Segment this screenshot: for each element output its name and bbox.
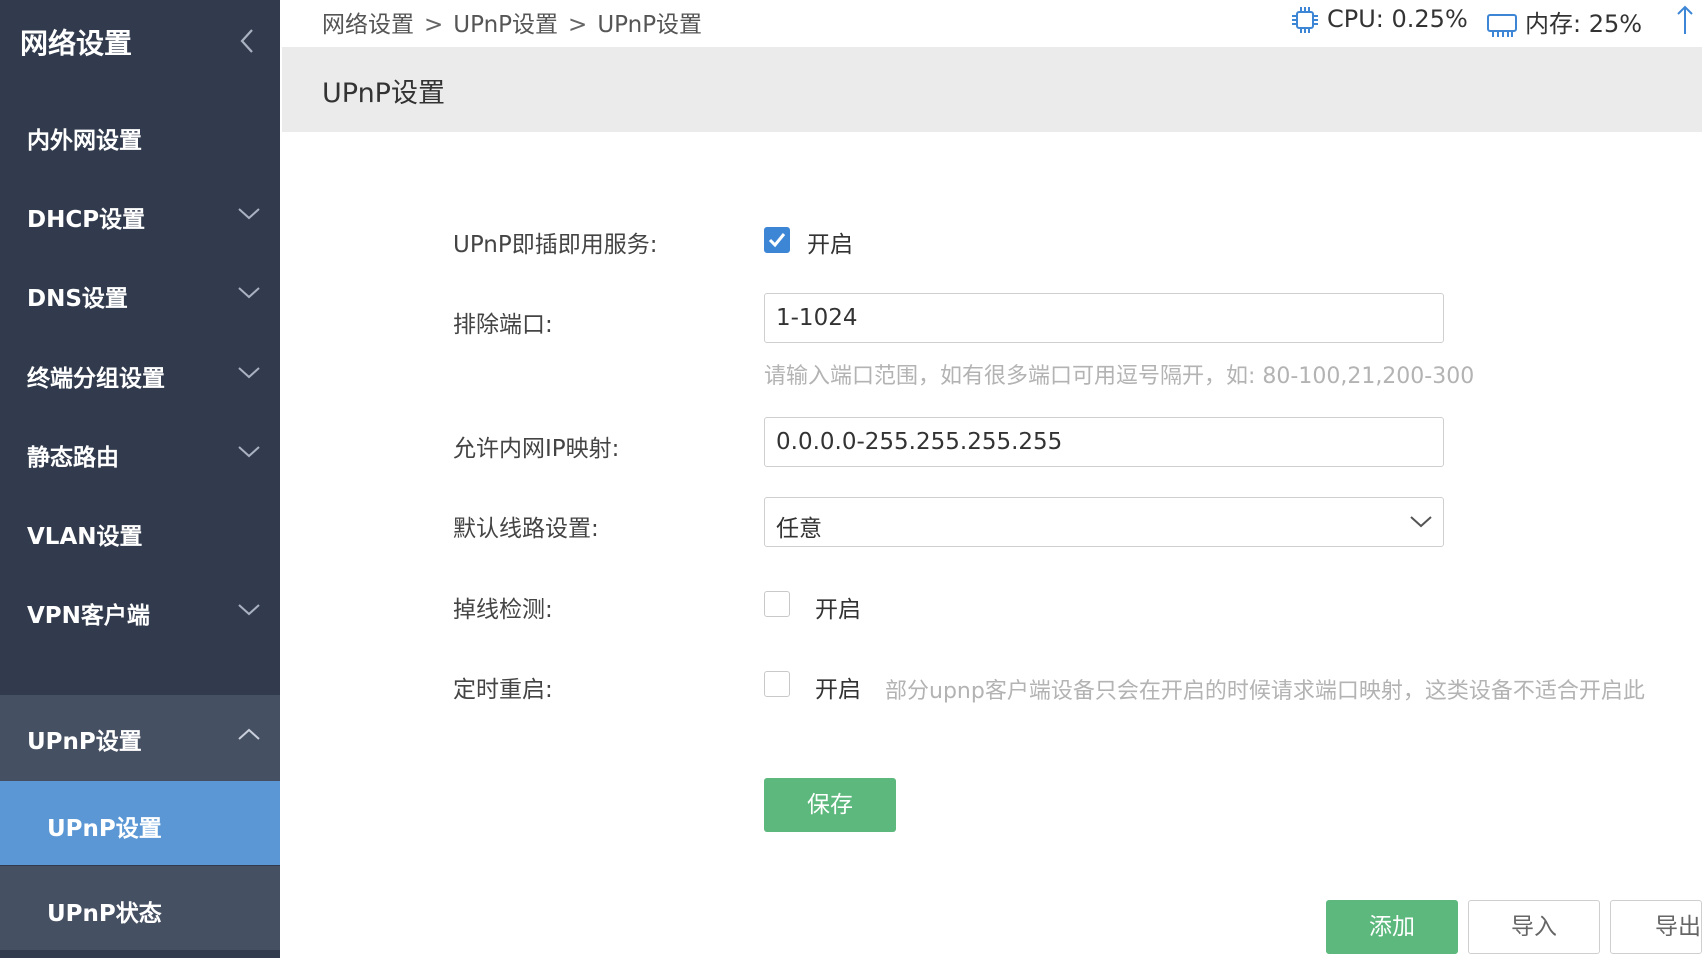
sidebar-item-label: UPnP设置: [27, 729, 142, 755]
drop-detect-label: 掉线检测:: [453, 597, 553, 623]
memory-status: 内存: 25%: [1485, 4, 1642, 41]
default-line-value: 任意: [776, 516, 822, 542]
sidebar-item-upnp[interactable]: UPnP设置: [0, 695, 280, 781]
sidebar-item-inner-outer-network[interactable]: 内外网设置: [0, 94, 280, 180]
exclude-ports-hint: 请输入端口范围，如有很多端口可用逗号隔开，如: 80-100,21,200-30…: [764, 364, 1475, 389]
upnp-service-label: UPnP即插即用服务:: [453, 232, 658, 258]
allow-ip-value: 0.0.0.0-255.255.255.255: [776, 429, 1063, 455]
exclude-ports-label: 排除端口:: [453, 312, 553, 338]
add-button[interactable]: 添加: [1326, 900, 1458, 954]
sidebar-item-label: VLAN设置: [27, 524, 143, 550]
sidebar-item-terminal-groups[interactable]: 终端分组设置: [0, 332, 280, 418]
timed-restart-checkbox[interactable]: [764, 671, 790, 697]
breadcrumb: 网络设置 > UPnP设置 > UPnP设置: [322, 5, 702, 39]
chevron-down-icon: [238, 287, 260, 299]
page-title: UPnP设置: [322, 78, 445, 109]
chevron-down-icon: [238, 208, 260, 220]
sidebar-item-label: 终端分组设置: [27, 366, 165, 392]
drop-detect-option[interactable]: 开启: [815, 590, 861, 624]
chevron-down-icon: [238, 367, 260, 379]
cpu-icon: [1292, 7, 1318, 33]
memory-icon: [1487, 14, 1517, 37]
export-button[interactable]: 导出: [1610, 900, 1702, 954]
top-bar: 网络设置 > UPnP设置 > UPnP设置 CPU: 0.25% 内存: 25%: [280, 0, 1702, 47]
timed-restart-label: 定时重启:: [453, 677, 553, 703]
sidebar-item-vpn-client[interactable]: VPN客户端: [0, 569, 280, 655]
chevron-down-icon: [238, 446, 260, 458]
upnp-service-option[interactable]: 开启: [807, 225, 853, 259]
section-header: UPnP设置: [282, 47, 1702, 132]
drop-detect-checkbox[interactable]: [764, 591, 790, 617]
exclude-ports-input[interactable]: 1-1024: [764, 293, 1444, 343]
cpu-value: CPU: 0.25%: [1327, 5, 1468, 33]
chevron-left-icon[interactable]: [236, 26, 258, 56]
sidebar-item-label: DHCP设置: [27, 207, 146, 233]
sidebar-item-label: 静态路由: [27, 445, 119, 471]
sidebar-item-dns[interactable]: DNS设置: [0, 252, 280, 338]
chevron-up-icon: [238, 728, 260, 740]
sidebar-header: 网络设置: [0, 0, 280, 84]
memory-value: 内存: 25%: [1525, 10, 1643, 38]
arrow-up-icon[interactable]: [1675, 4, 1695, 36]
sidebar-subitem-label: UPnP设置: [47, 816, 162, 842]
sidebar-title: 网络设置: [20, 27, 133, 60]
default-line-label: 默认线路设置:: [453, 516, 599, 542]
breadcrumb-item[interactable]: 网络设置: [322, 12, 414, 38]
chevron-down-icon: [238, 604, 260, 616]
sidebar: 网络设置 内外网设置 DHCP设置 DNS设置 终端分组设置 静态路由 VLAN…: [0, 0, 280, 958]
breadcrumb-item-current: UPnP设置: [597, 12, 703, 38]
default-line-select[interactable]: 任意: [764, 497, 1444, 547]
sidebar-item-label: VPN客户端: [27, 603, 150, 629]
exclude-ports-value: 1-1024: [776, 305, 858, 331]
breadcrumb-separator: >: [424, 12, 444, 38]
breadcrumb-separator: >: [568, 12, 588, 38]
upnp-service-checkbox[interactable]: [764, 227, 790, 253]
sidebar-item-vlan[interactable]: VLAN设置: [0, 490, 280, 576]
sidebar-item-label: DNS设置: [27, 286, 128, 312]
timed-restart-option[interactable]: 开启: [815, 670, 861, 704]
cpu-status: CPU: 0.25%: [1289, 4, 1468, 36]
allow-ip-label: 允许内网IP映射:: [453, 436, 620, 462]
allow-ip-input[interactable]: 0.0.0.0-255.255.255.255: [764, 417, 1444, 467]
sidebar-item-label: 内外网设置: [27, 128, 142, 154]
check-icon: [768, 232, 785, 247]
save-button[interactable]: 保存: [764, 778, 896, 832]
import-button[interactable]: 导入: [1468, 900, 1600, 954]
sidebar-subitem-upnp-settings[interactable]: UPnP设置: [0, 781, 280, 865]
breadcrumb-item[interactable]: UPnP设置: [453, 12, 558, 38]
sidebar-item-dhcp[interactable]: DHCP设置: [0, 173, 280, 259]
chevron-down-icon: [1410, 516, 1432, 528]
sidebar-subitem-upnp-status[interactable]: UPnP状态: [0, 866, 280, 950]
sidebar-subitem-label: UPnP状态: [47, 901, 162, 927]
sidebar-item-static-route[interactable]: 静态路由: [0, 411, 280, 497]
timed-restart-hint: 部分upnp客户端设备只会在开启的时候请求端口映射，这类设备不适合开启此: [885, 679, 1645, 704]
